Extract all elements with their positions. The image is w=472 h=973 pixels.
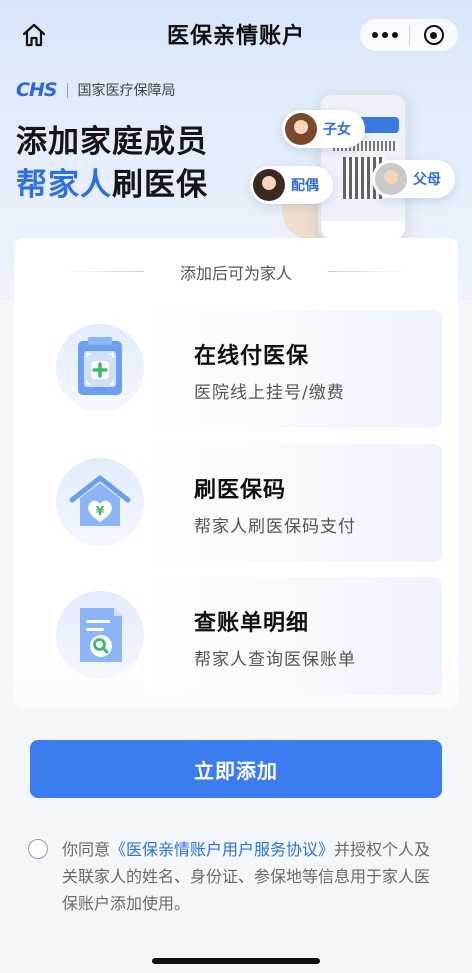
house-yuan-icon: ¥ — [69, 475, 131, 526]
feature-title: 在线付医保 — [194, 344, 310, 369]
chip-spouse-label: 配偶 — [291, 178, 319, 194]
org-name: 国家医疗保障局 — [77, 83, 176, 99]
target-icon — [423, 25, 444, 45]
hospital-plus-icon — [78, 337, 122, 395]
feature-subtitle: 医院线上挂号/缴费 — [194, 383, 345, 403]
hero-subtitle-highlight: 帮家人 — [16, 167, 112, 203]
nav-bar: 医保亲情账户 — [0, 0, 472, 68]
chip-parents: 父母 — [372, 160, 455, 198]
feature-subtitle: 帮家人查询医保账单 — [194, 650, 356, 670]
hero-subtitle-rest: 刷医保 — [112, 167, 208, 203]
hero-title: 添加家庭成员 — [16, 124, 208, 160]
chip-parents-label: 父母 — [413, 172, 441, 188]
card-heading: 添加后可为家人 — [14, 260, 458, 284]
card-heading-text: 添加后可为家人 — [179, 264, 292, 283]
feature-online-pay: 在线付医保 医院线上挂号/缴费 — [44, 310, 444, 428]
parents-avatar — [375, 163, 407, 195]
brand-header: CHS 国家医疗保障局 — [16, 79, 176, 101]
close-mini-program-button[interactable] — [410, 18, 458, 52]
home-indicator — [152, 958, 320, 964]
add-now-button[interactable]: 立即添加 — [30, 740, 442, 798]
benefits-card: 添加后可为家人 在线付医保 医院线上挂号/缴费 ¥ 刷医保码 帮家人刷医保码支付… — [14, 238, 458, 708]
feature-bill-detail: 查账单明细 帮家人查询医保账单 — [44, 577, 444, 695]
feature-title: 查账单明细 — [194, 611, 310, 636]
heading-line-right — [328, 271, 408, 272]
spouse-avatar — [253, 169, 285, 201]
chip-spouse: 配偶 — [250, 166, 333, 204]
chip-child-label: 子女 — [323, 122, 351, 138]
heading-line-left — [64, 271, 144, 272]
child-avatar — [285, 113, 317, 145]
agreement-text: 你同意《医保亲情账户用户服务协议》并授权个人及关联家人的姓名、身份证、参保地等信… — [62, 836, 438, 917]
agreement-link[interactable]: 《医保亲情账户用户服务协议》 — [110, 840, 334, 859]
chs-logo: CHS — [16, 79, 58, 101]
feature-icon-circle: ¥ — [56, 458, 144, 546]
chip-child: 子女 — [282, 110, 365, 148]
brand-divider — [66, 82, 68, 98]
bill-search-icon — [80, 608, 122, 662]
svg-text:¥: ¥ — [96, 504, 105, 518]
feature-title: 刷医保码 — [194, 478, 287, 503]
feature-panel — [144, 444, 442, 562]
feature-subtitle: 帮家人刷医保码支付 — [194, 517, 356, 537]
hero-subtitle: 帮家人刷医保 — [16, 159, 208, 204]
feature-icon-circle — [56, 591, 144, 679]
more-dots-icon[interactable] — [360, 18, 409, 52]
feature-scan-code: ¥ 刷医保码 帮家人刷医保码支付 — [44, 444, 444, 562]
agreement-prefix: 你同意 — [62, 840, 111, 859]
mini-program-capsule — [359, 18, 459, 52]
feature-icon-circle — [56, 324, 144, 412]
agreement-checkbox[interactable] — [28, 839, 48, 859]
